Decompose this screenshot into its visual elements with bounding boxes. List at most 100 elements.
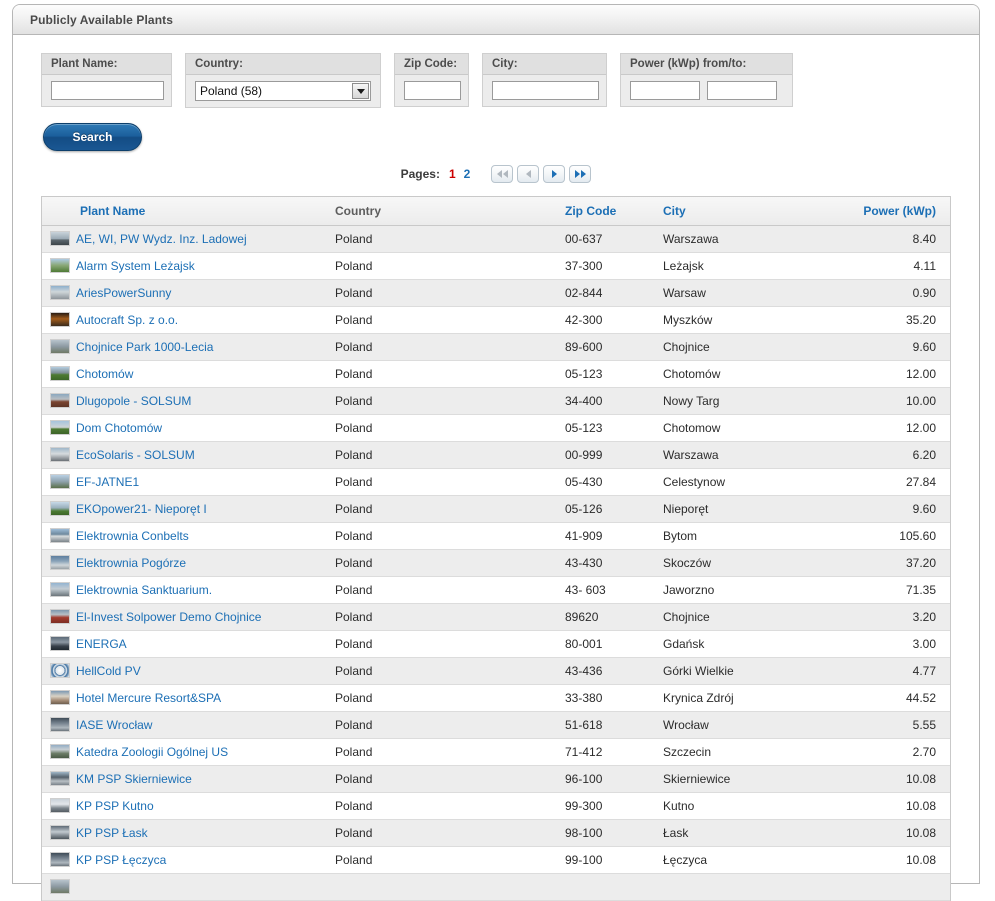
country-cell: Poland	[327, 522, 557, 550]
table-row[interactable]: KP PSP Łęczyca Poland 99-100 Łęczyca 10.08	[42, 846, 950, 874]
table-row[interactable]: EF-JATNE1 Poland 05-430 Celestynow 27.84	[42, 468, 950, 496]
table-row[interactable]: Katedra Zoologii Ogólnej US Poland 71-412 S…	[42, 738, 950, 766]
plant-name-link[interactable]: EKOpower21- Nieporęt I	[76, 502, 207, 516]
plant-thumbnail-icon	[50, 501, 70, 517]
next-page-button[interactable]	[543, 165, 566, 183]
table-row[interactable]: AE, WI, PW Wydz. Inz. Ladowej Poland 00-63…	[42, 225, 950, 253]
power-cell: 4.11	[830, 252, 950, 280]
table-row[interactable]: KM PSP Skierniewice Poland 96-100 Skierniew…	[42, 765, 950, 793]
power-cell	[830, 873, 950, 901]
th-city[interactable]: City	[655, 197, 830, 226]
table-row[interactable]: EKOpower21- Nieporęt I Poland 05-126 Niepor…	[42, 495, 950, 523]
plant-name-link[interactable]: Hotel Mercure Resort&SPA	[76, 691, 221, 705]
th-country[interactable]: Country	[327, 197, 557, 226]
plant-name-link[interactable]: KP PSP Łęczyca	[76, 853, 166, 867]
th-thumbnail	[42, 197, 72, 226]
country-cell: Poland	[327, 306, 557, 334]
plant-name-input[interactable]	[51, 81, 164, 100]
th-power[interactable]: Power (kWp)	[830, 197, 950, 226]
last-page-button[interactable]	[569, 165, 592, 183]
plant-name-link[interactable]: Dom Chotomów	[76, 421, 162, 435]
plant-name-link[interactable]: AE, WI, PW Wydz. Inz. Ladowej	[76, 232, 247, 246]
table-row[interactable]: KP PSP Kutno Poland 99-300 Kutno 10.08	[42, 792, 950, 820]
search-button[interactable]: Search	[43, 123, 142, 151]
plant-name-cell: Chotomów	[72, 360, 327, 388]
city-cell: Krynica Zdrój	[655, 684, 830, 712]
city-cell: Skierniewice	[655, 765, 830, 793]
previous-page-button[interactable]	[517, 165, 540, 183]
plant-name-link[interactable]: HellCold PV	[76, 664, 141, 678]
plant-name-link[interactable]: KP PSP Łask	[76, 826, 148, 840]
plant-thumbnail-icon	[50, 555, 70, 571]
plant-thumbnail-cell	[42, 657, 72, 685]
plant-thumbnail-icon	[50, 420, 70, 436]
plant-thumbnail-cell	[42, 711, 72, 739]
plant-name-link[interactable]: Chojnice Park 1000-Lecia	[76, 340, 213, 354]
table-row[interactable]	[42, 873, 950, 901]
plant-name-link[interactable]: Katedra Zoologii Ogólnej US	[76, 745, 228, 759]
table-row[interactable]: EcoSolaris - SOLSUM Poland 00-999 Warszawa 6…	[42, 441, 950, 469]
plant-name-link[interactable]: Elektrownia Sanktuarium.	[76, 583, 212, 597]
city-cell: Warszawa	[655, 225, 830, 253]
zip-code-input[interactable]	[404, 81, 461, 100]
country-select[interactable]: Poland (58)	[195, 81, 371, 101]
table-row[interactable]: Elektrownia Pogórze Poland 43-430 Skoczów 37…	[42, 549, 950, 577]
plant-name-cell: EKOpower21- Nieporęt I	[72, 495, 327, 523]
plant-name-link[interactable]: Elektrownia Conbelts	[76, 529, 189, 543]
table-row[interactable]: ENERGA Poland 80-001 Gdańsk 3.00	[42, 630, 950, 658]
table-row[interactable]: Chojnice Park 1000-Lecia Poland 89-600 Choj…	[42, 333, 950, 361]
plant-thumbnail-icon	[50, 771, 70, 787]
search-form: Plant Name: Country: Poland (58) Zip Cod…	[41, 53, 951, 108]
plant-name-link[interactable]: Alarm System Leżajsk	[76, 259, 195, 273]
plant-name-link[interactable]: Elektrownia Pogórze	[76, 556, 186, 570]
power-from-input[interactable]	[630, 81, 700, 100]
plant-name-link[interactable]: KM PSP Skierniewice	[76, 772, 192, 786]
country-cell: Poland	[327, 684, 557, 712]
th-zip-code[interactable]: Zip Code	[557, 197, 655, 226]
page-link-2[interactable]: 2	[464, 167, 471, 181]
plant-name-link[interactable]: AriesPowerSunny	[76, 286, 171, 300]
plant-name-link[interactable]: Autocraft Sp. z o.o.	[76, 313, 178, 327]
chevron-down-icon[interactable]	[352, 83, 369, 99]
country-cell: Poland	[327, 549, 557, 577]
plant-name-link[interactable]: KP PSP Kutno	[76, 799, 154, 813]
table-row[interactable]: HellCold PV Poland 43-436 Górki Wielkie 4.77	[42, 657, 950, 685]
plant-name-link[interactable]: EF-JATNE1	[76, 475, 139, 489]
zip-code-cell: 99-100	[557, 846, 655, 874]
table-row[interactable]: Hotel Mercure Resort&SPA Poland 33-380 Kryn…	[42, 684, 950, 712]
plant-name-link[interactable]: EcoSolaris - SOLSUM	[76, 448, 195, 462]
plant-name-cell: ENERGA	[72, 630, 327, 658]
table-row[interactable]: Alarm System Leżajsk Poland 37-300 Leżajsk 4…	[42, 252, 950, 280]
zip-code-cell	[557, 873, 655, 901]
table-header-row: Plant Name Country Zip Code City Power (…	[42, 197, 950, 226]
table-row[interactable]: AriesPowerSunny Poland 02-844 Warsaw 0.90	[42, 279, 950, 307]
table-row[interactable]: IASE Wrocław Poland 51-618 Wrocław 5.55	[42, 711, 950, 739]
plant-thumbnail-icon	[50, 798, 70, 814]
table-row[interactable]: KP PSP Łask Poland 98-100 Łask 10.08	[42, 819, 950, 847]
plant-thumbnail-cell	[42, 360, 72, 388]
plant-thumbnail-cell	[42, 252, 72, 280]
plant-name-link[interactable]: Dlugopole - SOLSUM	[76, 394, 191, 408]
plant-name-cell: HellCold PV	[72, 657, 327, 685]
plant-name-link[interactable]: Chotomów	[76, 367, 133, 381]
table-row[interactable]: El-Invest Solpower Demo Chojnice Poland 89…	[42, 603, 950, 631]
power-to-input[interactable]	[707, 81, 777, 100]
table-row[interactable]: Autocraft Sp. z o.o. Poland 42-300 Myszków 3…	[42, 306, 950, 334]
plant-name-link[interactable]: El-Invest Solpower Demo Chojnice	[76, 610, 261, 624]
city-cell: Jaworzno	[655, 576, 830, 604]
zip-code-cell: 99-300	[557, 792, 655, 820]
plant-name-link[interactable]: IASE Wrocław	[76, 718, 152, 732]
table-row[interactable]: Elektrownia Conbelts Poland 41-909 Bytom 105…	[42, 522, 950, 550]
table-row[interactable]: Elektrownia Sanktuarium. Poland 43- 603 Jaw…	[42, 576, 950, 604]
plant-thumbnail-cell	[42, 684, 72, 712]
plant-name-cell: Elektrownia Conbelts	[72, 522, 327, 550]
plant-name-link[interactable]: ENERGA	[76, 637, 127, 651]
country-cell: Poland	[327, 576, 557, 604]
table-row[interactable]: Chotomów Poland 05-123 Chotomów 12.00	[42, 360, 950, 388]
first-page-button[interactable]	[491, 165, 514, 183]
page-link-1[interactable]: 1	[449, 167, 456, 181]
table-row[interactable]: Dom Chotomów Poland 05-123 Chotomow 12.00	[42, 414, 950, 442]
th-plant-name[interactable]: Plant Name	[72, 197, 327, 226]
city-input[interactable]	[492, 81, 599, 100]
table-row[interactable]: Dlugopole - SOLSUM Poland 34-400 Nowy Targ 1…	[42, 387, 950, 415]
